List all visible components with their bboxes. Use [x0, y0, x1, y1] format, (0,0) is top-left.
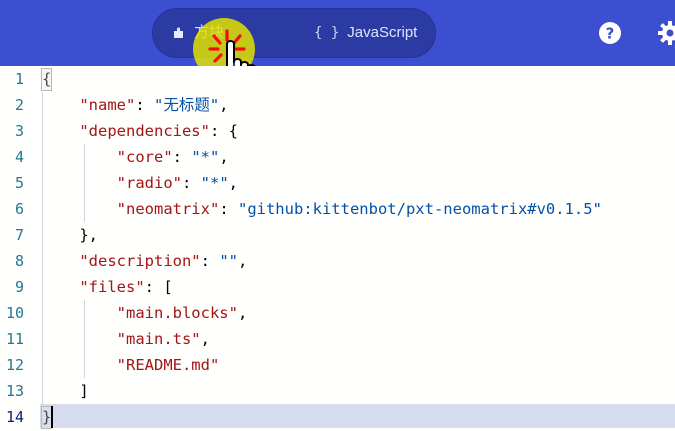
json-punctuation-token: : — [135, 96, 154, 114]
json-key-token: "description" — [79, 252, 201, 270]
code-line: "files": [ — [42, 274, 173, 300]
json-key-token: "main.blocks" — [116, 304, 238, 322]
code-line: "dependencies": { — [42, 118, 238, 144]
json-key-token: "dependencies" — [79, 122, 210, 140]
json-punctuation-token: : — [219, 200, 238, 218]
json-key-token: "name" — [79, 96, 136, 114]
line-number: 9 — [14, 278, 24, 296]
line-number: 6 — [14, 200, 24, 218]
json-key-token: "radio" — [116, 174, 182, 192]
json-punctuation-token — [42, 174, 117, 192]
json-punctuation-token — [42, 304, 117, 322]
line-number: 13 — [5, 382, 24, 400]
line-number: 10 — [5, 304, 24, 322]
json-punctuation-token — [42, 96, 79, 114]
json-key-token: "files" — [79, 278, 145, 296]
json-punctuation-token: ] — [42, 382, 89, 400]
json-punctuation-token: , — [219, 148, 229, 166]
line-number: 3 — [14, 122, 24, 140]
json-punctuation-token — [42, 200, 117, 218]
code-line: "neomatrix": "github:kittenbot/pxt-neoma… — [42, 196, 602, 222]
json-key-token: "main.ts" — [116, 330, 201, 348]
code-line: "main.ts", — [42, 326, 210, 352]
svg-text:?: ? — [606, 25, 615, 43]
line-number: 5 — [14, 174, 24, 192]
line-number: 4 — [14, 148, 24, 166]
json-string-token: "无标题" — [154, 96, 220, 114]
line-number: 11 — [5, 330, 24, 348]
json-key-token: "core" — [116, 148, 173, 166]
json-punctuation-token: : { — [209, 122, 238, 140]
code-line: "radio": "*", — [42, 170, 238, 196]
json-punctuation-token — [42, 122, 79, 140]
braces-icon: { } — [314, 25, 340, 41]
json-punctuation-token — [42, 356, 117, 374]
json-punctuation-token — [42, 330, 117, 348]
json-string-token: "github:kittenbot/pxt-neomatrix#v0.1.5" — [237, 200, 602, 218]
matching-bracket — [41, 68, 52, 91]
json-punctuation-token: , — [228, 174, 238, 192]
json-punctuation-token — [42, 278, 79, 296]
json-string-token: "*" — [191, 148, 220, 166]
json-punctuation-token: , — [238, 252, 248, 270]
line-number: 1 — [14, 70, 24, 88]
line-number: 7 — [14, 226, 24, 244]
line-number: 2 — [14, 96, 24, 114]
current-line-highlight — [40, 404, 675, 428]
line-number: 12 — [5, 356, 24, 374]
json-key-token: "README.md" — [116, 356, 220, 374]
json-string-token: "*" — [200, 174, 229, 192]
text-cursor — [51, 406, 53, 428]
json-punctuation-token: , — [200, 330, 210, 348]
code-line: "README.md" — [42, 352, 220, 378]
json-punctuation-token: : — [200, 252, 220, 270]
json-punctuation-token — [42, 252, 79, 270]
help-icon[interactable]: ? — [598, 21, 622, 45]
json-punctuation-token: : — [181, 174, 201, 192]
line-number: 14 — [5, 408, 24, 426]
json-punctuation-token — [42, 148, 117, 166]
tab-javascript-label: JavaScript — [347, 24, 418, 41]
json-punctuation-token: , — [219, 96, 229, 114]
code-line: "name": "无标题", — [42, 92, 229, 118]
json-punctuation-token: : [ — [144, 278, 173, 296]
json-punctuation-token: , — [237, 304, 248, 322]
code-editor[interactable]: 1 2 3 4 5 6 7 8 9 10 11 12 13 14 { "name": "无标题", "de… — [0, 66, 675, 431]
code-line: ] — [42, 378, 89, 404]
json-punctuation-token: }, — [42, 226, 98, 244]
gear-icon[interactable] — [657, 20, 675, 46]
json-string-token: "" — [219, 252, 238, 270]
puzzle-icon — [174, 27, 183, 38]
code-line: "description": "", — [42, 248, 247, 274]
json-key-token: "neomatrix" — [116, 200, 220, 218]
json-punctuation-token: : — [172, 148, 192, 166]
code-line: }, — [42, 222, 98, 248]
line-number-gutter: 1 2 3 4 5 6 7 8 9 10 11 12 13 14 — [0, 66, 40, 431]
code-line: "main.blocks", — [42, 300, 248, 326]
top-bar: 方块 { } JavaScript ? — [0, 0, 675, 95]
tab-javascript[interactable]: { } JavaScript — [314, 16, 417, 50]
code-line: "core": "*", — [42, 144, 229, 170]
line-number: 8 — [14, 252, 24, 270]
